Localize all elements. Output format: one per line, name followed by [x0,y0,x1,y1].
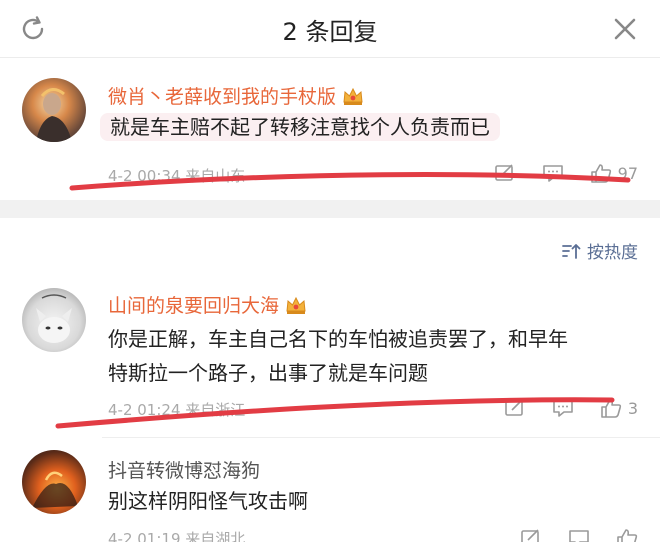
share-icon[interactable] [520,528,542,542]
comment-actions: 97 [494,163,638,183]
comment-icon[interactable] [552,398,574,418]
comment-icon[interactable] [542,163,564,183]
avatar[interactable] [22,288,86,352]
comment-text: 就是车主赔不起了转移注意找个人负责而已 [100,110,500,144]
comment-meta: 4-2 00:34 来自山东 [108,167,246,185]
list-divider [102,437,660,438]
comment-username[interactable]: 微肖丶老薛收到我的手杖版 [108,82,364,109]
reply-text: 你是正解，车主自己名下的车怕被追责罢了，和早年 特斯拉一个路子，出事了就是车问题 [108,327,568,385]
sort-bar: 按热度 [0,218,660,278]
reply-text: 别这样阴阳怪气攻击啊 [108,489,308,513]
share-icon[interactable] [494,163,516,183]
share-icon[interactable] [504,398,526,418]
sort-icon [562,243,581,259]
reply-meta: 4-2 01:19 来自湖北 [108,530,246,542]
thumbs-up-icon [590,164,611,183]
avatar[interactable] [22,450,86,514]
crown-badge-icon [343,87,363,105]
close-icon[interactable] [610,14,640,44]
like-count: 97 [617,163,638,183]
reply-header: 2 条回复 [0,0,660,58]
comment-icon[interactable] [568,528,590,542]
thumbs-up-icon[interactable] [616,528,638,542]
like-count: 3 [627,398,638,418]
page-title: 2 条回复 [282,18,378,46]
main-comment: 微肖丶老薛收到我的手杖版 就是车主赔不起了转移注意找个人负责而已 4-2 00:… [0,58,660,200]
reply-username[interactable]: 山间的泉要回归大海 [108,291,307,318]
avatar[interactable] [22,78,86,142]
like-button[interactable]: 3 [600,398,638,418]
sort-by-hot-button[interactable]: 按热度 [561,238,638,263]
reply-username[interactable]: 抖音转微博怼海狗 [108,456,260,483]
reply-meta: 4-2 01:24 来自浙江 [108,401,246,419]
reply-actions: 3 [504,398,638,418]
like-button[interactable]: 97 [590,163,638,183]
thumbs-up-icon [601,399,621,418]
section-divider [0,200,660,218]
crown-badge-icon [286,296,306,314]
reply-actions [520,528,638,542]
